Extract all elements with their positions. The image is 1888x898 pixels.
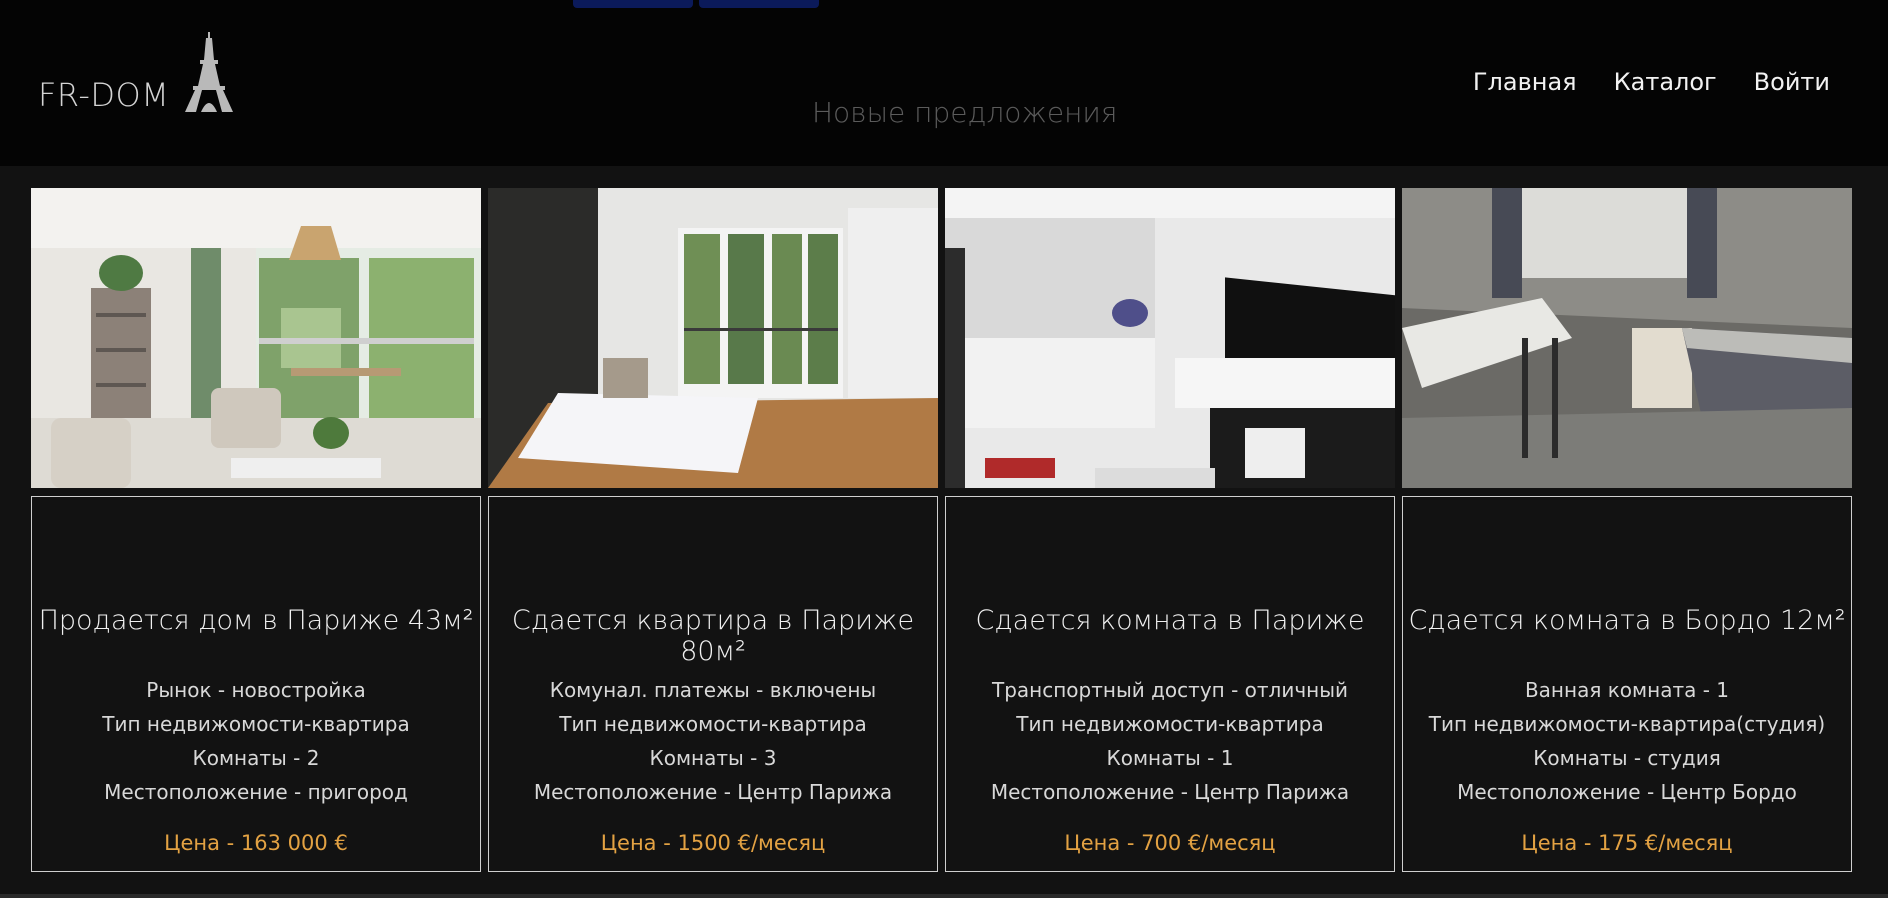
main-nav: Главная Каталог Войти bbox=[1473, 68, 1830, 96]
listing-card[interactable]: Сдается комната в Бордо 12м² Ванная комн… bbox=[1402, 188, 1852, 872]
listing-price: Цена - 700 €/месяц bbox=[1064, 831, 1276, 855]
listing-property: Тип недвижомости-квартира bbox=[1016, 712, 1324, 736]
site-logo[interactable]: FR-DOM bbox=[38, 76, 169, 114]
listing-property: Тип недвижомости-квартира bbox=[102, 712, 410, 736]
listings-grid: Продается дом в Париже 43м² Рынок - ново… bbox=[31, 188, 1852, 872]
listing-property: Местоположение - Центр Парижа bbox=[990, 780, 1350, 804]
listing-card[interactable]: Продается дом в Париже 43м² Рынок - ново… bbox=[31, 188, 481, 872]
top-button[interactable] bbox=[699, 0, 819, 8]
listing-price: Цена - 163 000 € bbox=[164, 831, 348, 855]
listing-info: Сдается комната в Бордо 12м² Ванная комн… bbox=[1402, 496, 1852, 872]
listing-title[interactable]: Сдается комната в Париже bbox=[946, 605, 1394, 636]
listing-price: Цена - 1500 €/месяц bbox=[600, 831, 826, 855]
listing-card[interactable]: Сдается комната в Париже Транспортный до… bbox=[945, 188, 1395, 872]
listing-photo[interactable] bbox=[945, 188, 1395, 488]
listing-title[interactable]: Сдается квартира в Париже 80м² bbox=[489, 605, 937, 667]
listing-title[interactable]: Продается дом в Париже 43м² bbox=[32, 605, 480, 636]
listing-property: Комнаты - студия bbox=[1533, 746, 1721, 770]
listing-property: Тип недвижомости-квартира bbox=[559, 712, 867, 736]
listing-properties: Комунал. платежы - включены Тип недвижом… bbox=[489, 673, 937, 809]
page-bottom-divider bbox=[0, 894, 1888, 898]
listing-property: Местоположение - пригород bbox=[104, 780, 408, 804]
nav-catalog-link[interactable]: Каталог bbox=[1614, 68, 1717, 96]
listing-property: Комунал. платежы - включены bbox=[549, 678, 877, 702]
listing-card[interactable]: Сдается квартира в Париже 80м² Комунал. … bbox=[488, 188, 938, 872]
listing-property: Тип недвижомости-квартира(студия) bbox=[1428, 712, 1826, 736]
listing-property: Местоположение - Центр Бордо bbox=[1457, 780, 1797, 804]
nav-home-link[interactable]: Главная bbox=[1473, 68, 1577, 96]
section-title: Новые предложения bbox=[812, 96, 1118, 129]
listing-title[interactable]: Сдается комната в Бордо 12м² bbox=[1403, 605, 1851, 636]
listing-photo[interactable] bbox=[488, 188, 938, 488]
listing-photo[interactable] bbox=[1402, 188, 1852, 488]
listing-property: Рынок - новостройка bbox=[146, 678, 366, 702]
listing-properties: Ванная комната - 1 Тип недвижомости-квар… bbox=[1403, 673, 1851, 809]
listing-properties: Транспортный доступ - отличный Тип недви… bbox=[946, 673, 1394, 809]
listing-property: Местоположение - Центр Парижа bbox=[533, 780, 893, 804]
listing-info: Сдается комната в Париже Транспортный до… bbox=[945, 496, 1395, 872]
listing-photo[interactable] bbox=[31, 188, 481, 488]
listing-info: Продается дом в Париже 43м² Рынок - ново… bbox=[31, 496, 481, 872]
site-header: FR-DOM Новые предложения Главная Каталог… bbox=[0, 0, 1888, 166]
listing-property: Комнаты - 3 bbox=[649, 746, 777, 770]
listing-properties: Рынок - новостройка Тип недвижомости-ква… bbox=[32, 673, 480, 809]
nav-login-link[interactable]: Войти bbox=[1754, 68, 1830, 96]
listing-property: Комнаты - 1 bbox=[1106, 746, 1234, 770]
listing-property: Комнаты - 2 bbox=[192, 746, 320, 770]
listing-info: Сдается квартира в Париже 80м² Комунал. … bbox=[488, 496, 938, 872]
listing-property: Ванная комната - 1 bbox=[1524, 678, 1730, 702]
listing-price: Цена - 175 €/месяц bbox=[1521, 831, 1733, 855]
eiffel-tower-icon bbox=[185, 32, 233, 112]
listing-property: Транспортный доступ - отличный bbox=[991, 678, 1349, 702]
top-button[interactable] bbox=[573, 0, 693, 8]
